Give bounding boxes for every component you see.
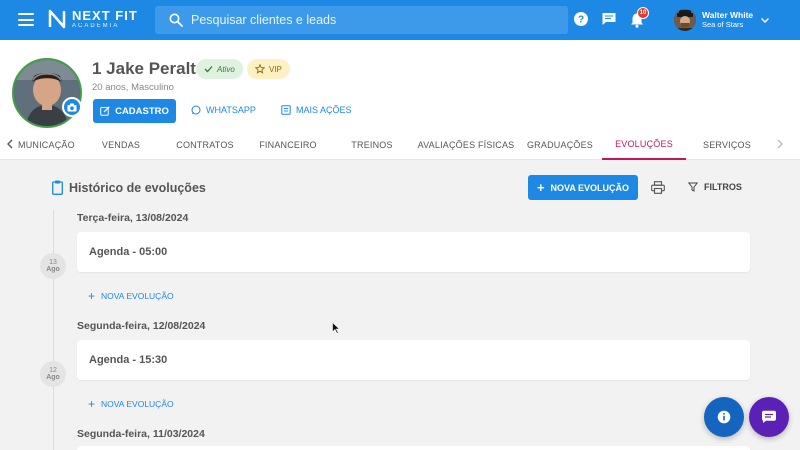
timeline-date-marker: 13 Ago <box>40 253 66 279</box>
timeline-line <box>53 210 54 450</box>
add-evolution-label: NOVA EVOLUÇÃO <box>101 399 174 409</box>
star-icon <box>255 64 265 74</box>
top-bar: NEXT FIT ACADEMIA Pesquisar clientes e l… <box>0 0 800 40</box>
chat-icon[interactable] <box>601 11 617 27</box>
search-icon <box>169 13 183 27</box>
add-evolution-link[interactable]: + NOVA EVOLUÇÃO <box>88 290 174 302</box>
client-tabs: MUNICAÇÃO VENDAS CONTRATOS FINANCEIRO TR… <box>0 129 800 160</box>
client-profile-header: 1 Jake Peralta Ativo VIP 20 anos, Mascul… <box>0 40 800 160</box>
logo-text: NEXT FIT <box>72 8 138 23</box>
tab-vendas[interactable]: VENDAS <box>90 129 152 160</box>
client-details: 20 anos, Masculino <box>92 82 174 93</box>
user-organization: Sea of Stars <box>702 19 744 29</box>
cadastro-label: CADASTRO <box>115 105 169 117</box>
chat-bubble-icon <box>762 410 776 423</box>
whatsapp-button[interactable]: WHATSAPP <box>191 105 256 115</box>
vip-badge: VIP <box>247 59 290 79</box>
user-menu[interactable]: Walter White Sea of Stars <box>674 9 769 31</box>
print-icon[interactable] <box>651 181 665 194</box>
tab-servicos[interactable]: SERVIÇOS <box>694 129 760 160</box>
evolution-entry[interactable] <box>77 446 750 450</box>
more-actions-button[interactable]: MAIS AÇÕES <box>281 105 352 115</box>
edit-icon <box>100 106 110 116</box>
user-avatar <box>674 9 696 31</box>
timeline-date-marker: 12 Ago <box>40 361 66 387</box>
marker-day: 13 <box>49 258 57 266</box>
mouse-cursor-icon <box>332 322 340 334</box>
evolution-entry[interactable]: Agenda - 15:30 <box>77 340 750 380</box>
marker-month: Ago <box>46 374 60 381</box>
section-header: Histórico de evoluções <box>52 180 206 195</box>
whatsapp-label: WHATSAPP <box>206 105 256 115</box>
status-label: Ativo <box>217 64 235 74</box>
clipboard-icon <box>52 180 63 195</box>
svg-text:?: ? <box>578 15 584 26</box>
tab-graduacoes[interactable]: GRADUAÇÕES <box>522 129 598 160</box>
tab-evolucoes[interactable]: EVOLUÇÕES <box>602 129 686 160</box>
evolution-entry[interactable]: Agenda - 05:00 <box>77 232 750 272</box>
add-evolution-label: NOVA EVOLUÇÃO <box>101 291 174 301</box>
section-title: Histórico de evoluções <box>69 180 206 195</box>
new-evolution-button[interactable]: + NOVA EVOLUÇÃO <box>528 175 638 200</box>
info-button[interactable] <box>704 397 744 437</box>
cadastro-button[interactable]: CADASTRO <box>93 99 176 123</box>
notification-badge: 10 <box>637 7 649 19</box>
filter-label: FILTROS <box>704 182 742 192</box>
new-evolution-label: NOVA EVOLUÇÃO <box>550 182 630 193</box>
client-name: 1 Jake Peralta <box>92 59 206 78</box>
logo[interactable]: NEXT FIT ACADEMIA <box>48 9 138 29</box>
list-icon <box>281 105 291 115</box>
info-icon <box>717 410 731 424</box>
check-icon <box>204 66 213 73</box>
chevron-down-icon <box>761 18 769 23</box>
marker-day: 12 <box>49 366 57 374</box>
plus-icon: + <box>88 289 96 303</box>
tab-financeiro[interactable]: FINANCEIRO <box>250 129 326 160</box>
plus-icon: + <box>88 397 96 411</box>
add-evolution-link[interactable]: + NOVA EVOLUÇÃO <box>88 398 174 410</box>
logo-subtext: ACADEMIA <box>72 23 120 29</box>
date-heading: Segunda-feira, 12/08/2024 <box>77 320 206 332</box>
change-photo-button[interactable] <box>62 97 82 117</box>
plus-icon: + <box>536 180 545 195</box>
filter-button[interactable]: FILTROS <box>688 182 742 192</box>
tab-comunicacao[interactable]: MUNICAÇÃO <box>18 129 75 160</box>
marker-month: Ago <box>46 266 60 273</box>
status-badge: Ativo <box>196 59 243 79</box>
client-avatar[interactable] <box>12 58 82 128</box>
menu-icon[interactable] <box>18 13 34 26</box>
date-heading: Segunda-feira, 11/03/2024 <box>77 428 205 440</box>
search-placeholder: Pesquisar clientes e leads <box>191 13 337 27</box>
chevron-right-icon[interactable] <box>774 138 786 150</box>
logo-icon <box>48 9 66 29</box>
help-icon[interactable]: ? <box>573 11 589 27</box>
camera-icon <box>67 103 77 111</box>
tab-contratos[interactable]: CONTRATOS <box>166 129 244 160</box>
date-heading: Terça-feira, 13/08/2024 <box>77 212 189 224</box>
vip-label: VIP <box>269 64 282 74</box>
more-actions-label: MAIS AÇÕES <box>296 105 352 115</box>
filter-icon <box>688 182 698 192</box>
search-input[interactable]: Pesquisar clientes e leads <box>155 6 568 34</box>
tab-avaliacoes-fisicas[interactable]: AVALIAÇÕES FÍSICAS <box>416 129 516 160</box>
whatsapp-icon <box>191 105 201 115</box>
chevron-left-icon[interactable] <box>4 138 16 150</box>
chat-support-button[interactable] <box>749 397 789 437</box>
tab-treinos[interactable]: TREINOS <box>336 129 408 160</box>
